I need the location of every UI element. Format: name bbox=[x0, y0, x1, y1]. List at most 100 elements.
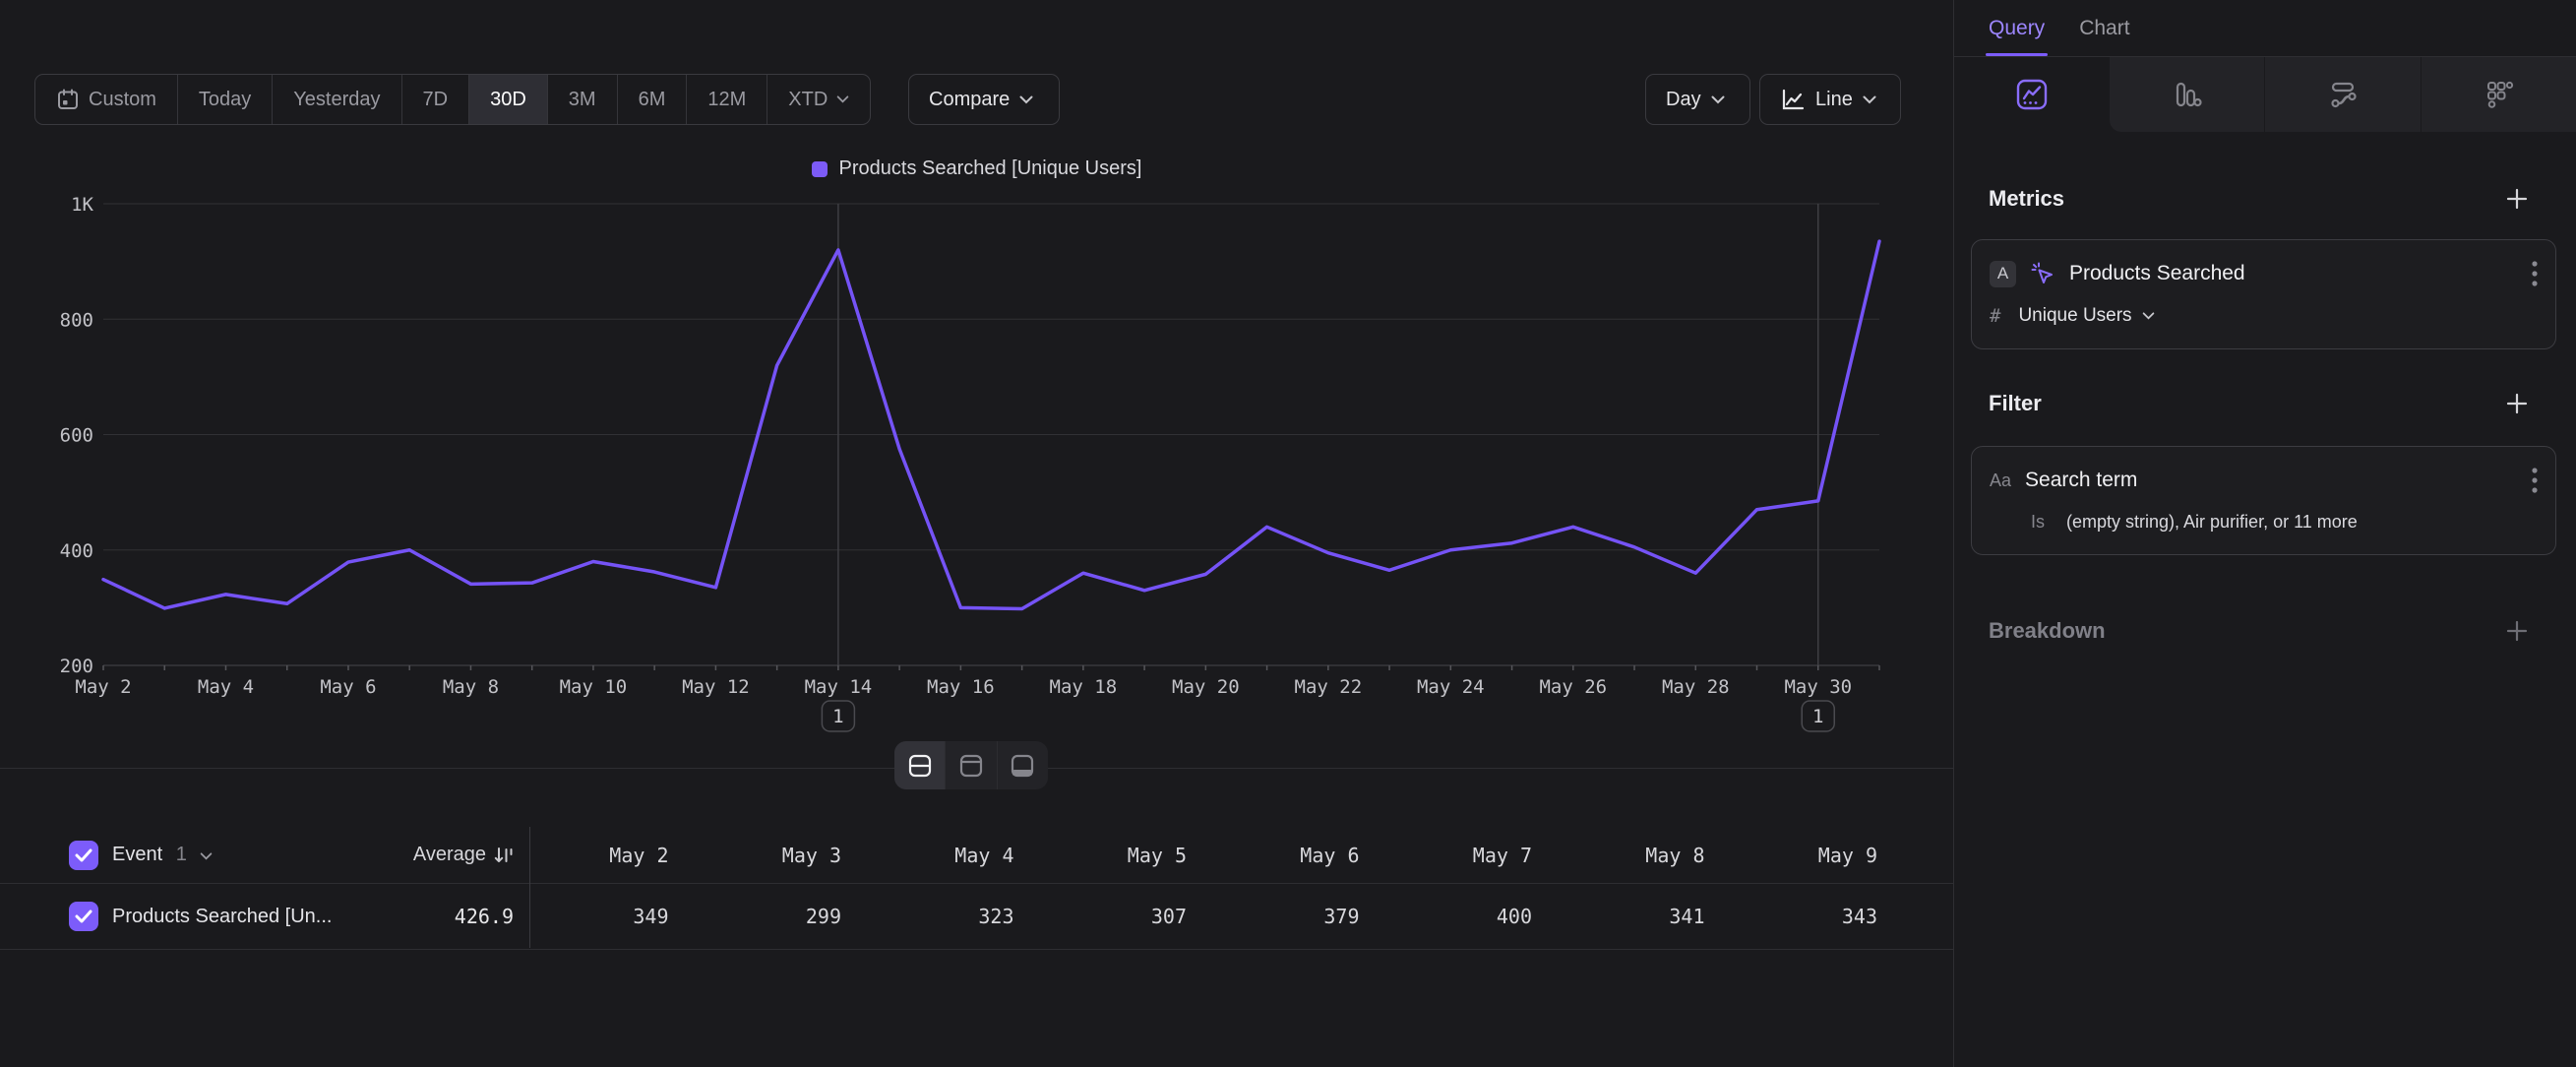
add-breakdown-button[interactable] bbox=[2505, 619, 2529, 643]
series-line[interactable] bbox=[103, 241, 1879, 608]
filter-property-name[interactable]: Search term bbox=[2025, 469, 2137, 492]
event-label: Event bbox=[112, 844, 162, 865]
x-tick-label: May 8 bbox=[443, 676, 499, 698]
value-cell: 349 bbox=[529, 905, 703, 928]
table-only-view-button[interactable] bbox=[998, 741, 1048, 789]
flows-icon bbox=[2326, 78, 2360, 111]
chevron-down-icon bbox=[1711, 95, 1725, 104]
filter-card[interactable]: Aa Search term Is (empty string), Air pu… bbox=[1971, 446, 2556, 555]
split-view-button[interactable] bbox=[894, 741, 946, 789]
y-tick-label: 600 bbox=[60, 425, 93, 447]
filter-options-kebab-icon[interactable] bbox=[2532, 467, 2538, 494]
date-range-30d[interactable]: 30D bbox=[469, 75, 548, 124]
date-column-header-1[interactable]: May 2 bbox=[529, 844, 703, 867]
retention-icon bbox=[2482, 78, 2515, 111]
aggregation-selector[interactable]: Unique Users bbox=[2018, 305, 2131, 327]
metric-options-kebab-icon[interactable] bbox=[2532, 260, 2538, 287]
date-range-xtd[interactable]: XTD bbox=[767, 75, 870, 124]
date-range-label: Custom bbox=[89, 89, 156, 111]
select-all-checkbox[interactable] bbox=[69, 841, 98, 870]
chart-only-view-button[interactable] bbox=[946, 741, 997, 789]
value-cell: 343 bbox=[1739, 905, 1912, 928]
line-chart[interactable]: 2004006008001KMay 2May 4May 6May 8May 10… bbox=[39, 187, 1919, 753]
date-column-header-8[interactable]: May 9 bbox=[1739, 844, 1912, 867]
x-tick-label: May 28 bbox=[1662, 676, 1730, 698]
metrics-section-header: Metrics bbox=[1989, 186, 2529, 212]
date-range-yesterday[interactable]: Yesterday bbox=[273, 75, 401, 124]
date-range-today[interactable]: Today bbox=[178, 75, 273, 124]
chevron-down-icon bbox=[2142, 312, 2155, 320]
legend-item[interactable]: Products Searched [Unique Users] bbox=[812, 157, 1142, 180]
granularity-button[interactable]: Day bbox=[1645, 74, 1750, 125]
date-range-label: XTD bbox=[788, 89, 828, 111]
average-column-header[interactable]: Average bbox=[413, 844, 529, 866]
date-column-header-3[interactable]: May 4 bbox=[875, 844, 1048, 867]
date-column-header-2[interactable]: May 3 bbox=[703, 844, 876, 867]
report-tab-insights[interactable] bbox=[1954, 57, 2110, 132]
date-range-label: 7D bbox=[423, 89, 449, 111]
chart-type-button[interactable]: Line bbox=[1759, 74, 1901, 125]
value-cell: 379 bbox=[1220, 905, 1393, 928]
x-tick-label: May 10 bbox=[560, 676, 628, 698]
legend-label: Products Searched [Unique Users] bbox=[839, 157, 1142, 180]
x-tick-label: May 16 bbox=[927, 676, 995, 698]
row-event-name[interactable]: Products Searched [Un... bbox=[112, 906, 332, 928]
row-checkbox[interactable] bbox=[69, 902, 98, 931]
date-range-custom[interactable]: Custom bbox=[35, 75, 178, 124]
compare-button[interactable]: Compare bbox=[908, 74, 1060, 125]
date-range-12m[interactable]: 12M bbox=[687, 75, 767, 124]
event-column-header[interactable]: Event 1 bbox=[112, 844, 213, 866]
view-layout-toggle bbox=[894, 741, 1048, 789]
date-column-header-6[interactable]: May 7 bbox=[1393, 844, 1566, 867]
date-range-label: Yesterday bbox=[293, 89, 380, 111]
x-tick-label: May 18 bbox=[1050, 676, 1118, 698]
report-type-tabs bbox=[1954, 57, 2576, 132]
report-tab-flows[interactable] bbox=[2264, 57, 2421, 132]
x-tick-label: May 2 bbox=[75, 676, 131, 698]
calendar-icon bbox=[56, 88, 80, 111]
funnels-icon bbox=[2170, 78, 2203, 111]
metric-card[interactable]: A Products Searched # Unique Users bbox=[1971, 239, 2556, 349]
date-range-7d[interactable]: 7D bbox=[402, 75, 470, 124]
filter-operator[interactable]: Is bbox=[2031, 512, 2045, 533]
chart-legend: Products Searched [Unique Users] bbox=[0, 157, 1953, 180]
date-range-3m[interactable]: 3M bbox=[548, 75, 618, 124]
table-header-row: Event 1 Average May 2May 3May 4May 5May … bbox=[0, 827, 1953, 883]
sort-icon bbox=[494, 846, 514, 865]
x-tick-label: May 20 bbox=[1172, 676, 1240, 698]
average-label: Average bbox=[413, 844, 486, 866]
x-tick-label: May 14 bbox=[805, 676, 873, 698]
filter-value[interactable]: (empty string), Air purifier, or 11 more bbox=[2066, 512, 2358, 533]
chevron-down-icon bbox=[200, 852, 213, 860]
aggregation-hash-badge: # bbox=[1990, 305, 2000, 327]
x-tick-label: May 6 bbox=[320, 676, 376, 698]
date-column-header-7[interactable]: May 8 bbox=[1565, 844, 1739, 867]
insights-line-icon bbox=[2015, 78, 2049, 111]
check-icon bbox=[75, 848, 92, 862]
table-row: Products Searched [Un... 426.9 349299323… bbox=[0, 883, 1953, 950]
date-column-headers: May 2May 3May 4May 5May 6May 7May 8May 9 bbox=[529, 844, 1911, 867]
tab-chart[interactable]: Chart bbox=[2079, 0, 2129, 56]
query-sidebar: Query Chart Metrics A bbox=[1953, 0, 2576, 1067]
date-column-header-5[interactable]: May 6 bbox=[1220, 844, 1393, 867]
value-cell: 307 bbox=[1048, 905, 1221, 928]
insights-report: Custom Today Yesterday 7D 30D 3M6M12M XTD Comp… bbox=[0, 0, 2576, 1067]
check-icon bbox=[75, 910, 92, 923]
annotation-badge-label: 1 bbox=[1812, 706, 1823, 727]
add-filter-button[interactable] bbox=[2505, 392, 2529, 415]
compare-label: Compare bbox=[929, 89, 1010, 111]
report-tab-funnels[interactable] bbox=[2110, 57, 2265, 132]
date-range-6m[interactable]: 6M bbox=[618, 75, 688, 124]
report-canvas: Custom Today Yesterday 7D 30D 3M6M12M XTD Comp… bbox=[0, 0, 1953, 1067]
date-range-label: 30D bbox=[490, 89, 526, 111]
chevron-down-icon bbox=[836, 95, 849, 103]
date-column-header-4[interactable]: May 5 bbox=[1048, 844, 1221, 867]
y-tick-label: 400 bbox=[60, 540, 93, 562]
metric-name[interactable]: Products Searched bbox=[2069, 262, 2245, 285]
value-cell: 299 bbox=[703, 905, 876, 928]
report-tab-retention[interactable] bbox=[2421, 57, 2576, 132]
chevron-down-icon bbox=[1019, 95, 1033, 104]
add-metric-button[interactable] bbox=[2505, 187, 2529, 211]
x-tick-label: May 24 bbox=[1417, 676, 1485, 698]
tab-query[interactable]: Query bbox=[1989, 0, 2045, 56]
